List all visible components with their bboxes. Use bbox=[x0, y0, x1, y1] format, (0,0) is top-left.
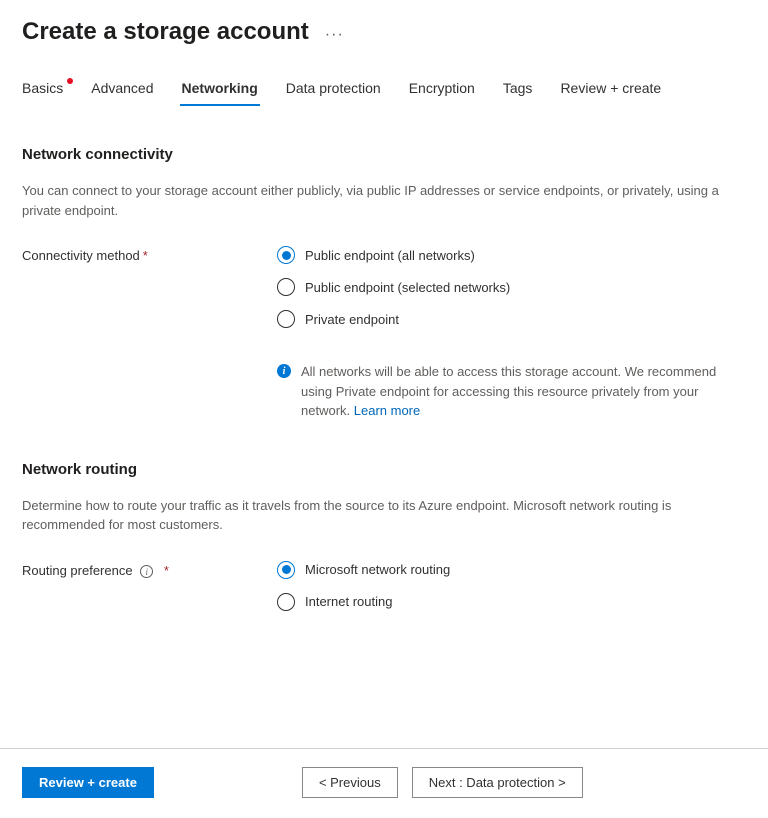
radio-public-all[interactable]: Public endpoint (all networks) bbox=[277, 246, 746, 264]
section-description-connectivity: You can connect to your storage account … bbox=[22, 181, 746, 220]
section-description-routing: Determine how to route your traffic as i… bbox=[22, 496, 746, 535]
tab-label: Advanced bbox=[91, 80, 153, 96]
section-heading-routing: Network routing bbox=[22, 461, 746, 478]
radio-icon bbox=[277, 278, 295, 296]
page-title: Create a storage account bbox=[22, 18, 309, 46]
previous-button[interactable]: < Previous bbox=[302, 767, 398, 798]
radio-label: Private endpoint bbox=[305, 312, 399, 327]
tab-label: Networking bbox=[182, 80, 258, 96]
radio-icon bbox=[277, 593, 295, 611]
connectivity-info-text: All networks will be able to access this… bbox=[301, 362, 746, 421]
tab-networking[interactable]: Networking bbox=[182, 76, 258, 106]
tab-review-create[interactable]: Review + create bbox=[560, 76, 661, 106]
help-icon[interactable]: i bbox=[140, 565, 153, 578]
next-button[interactable]: Next : Data protection > bbox=[412, 767, 583, 798]
radio-internet-routing[interactable]: Internet routing bbox=[277, 593, 746, 611]
radio-label: Internet routing bbox=[305, 594, 392, 609]
tab-label: Tags bbox=[503, 80, 533, 96]
tab-basics[interactable]: Basics bbox=[22, 76, 63, 106]
connectivity-method-label: Connectivity method* bbox=[22, 246, 277, 263]
wizard-footer: Review + create < Previous Next : Data p… bbox=[0, 748, 768, 818]
section-heading-connectivity: Network connectivity bbox=[22, 146, 746, 163]
info-icon: i bbox=[277, 364, 291, 378]
radio-icon bbox=[277, 310, 295, 328]
radio-public-selected[interactable]: Public endpoint (selected networks) bbox=[277, 278, 746, 296]
wizard-tabs: Basics Advanced Networking Data protecti… bbox=[22, 76, 746, 106]
review-create-button[interactable]: Review + create bbox=[22, 767, 154, 798]
tab-label: Basics bbox=[22, 80, 63, 96]
dot-indicator-icon bbox=[67, 78, 73, 84]
tab-label: Data protection bbox=[286, 80, 381, 96]
learn-more-link[interactable]: Learn more bbox=[354, 403, 420, 418]
radio-label: Public endpoint (selected networks) bbox=[305, 280, 510, 295]
tab-data-protection[interactable]: Data protection bbox=[286, 76, 381, 106]
radio-microsoft-routing[interactable]: Microsoft network routing bbox=[277, 561, 746, 579]
tab-label: Encryption bbox=[409, 80, 475, 96]
radio-label: Public endpoint (all networks) bbox=[305, 248, 475, 263]
radio-label: Microsoft network routing bbox=[305, 562, 450, 577]
tab-advanced[interactable]: Advanced bbox=[91, 76, 153, 106]
required-asterisk: * bbox=[164, 563, 169, 578]
tab-label: Review + create bbox=[560, 80, 661, 96]
required-asterisk: * bbox=[143, 248, 148, 263]
radio-icon bbox=[277, 246, 295, 264]
more-actions-icon[interactable]: ··· bbox=[325, 26, 344, 68]
radio-private-endpoint[interactable]: Private endpoint bbox=[277, 310, 746, 328]
tab-tags[interactable]: Tags bbox=[503, 76, 533, 106]
radio-icon bbox=[277, 561, 295, 579]
routing-preference-label: Routing preference i * bbox=[22, 561, 277, 579]
tab-encryption[interactable]: Encryption bbox=[409, 76, 475, 106]
